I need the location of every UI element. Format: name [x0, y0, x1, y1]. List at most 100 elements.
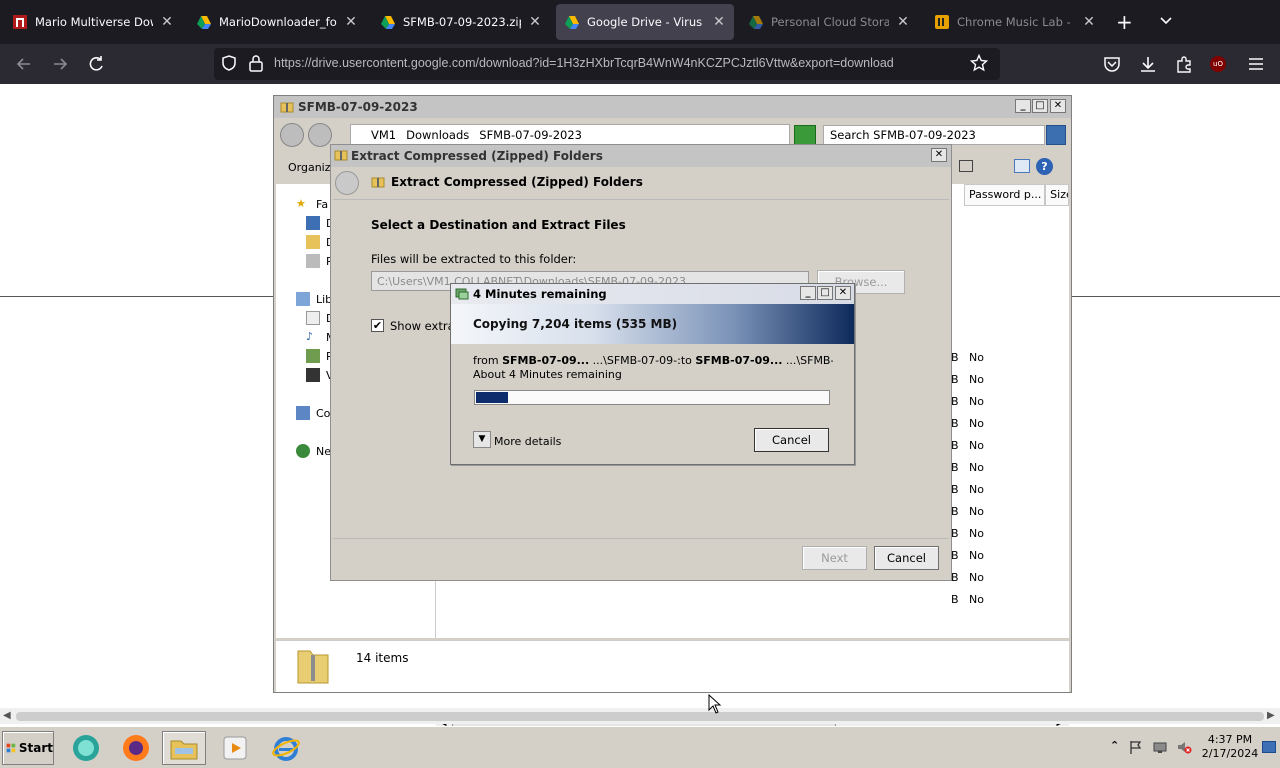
close-button[interactable]: ✕ [931, 148, 947, 162]
downloads-icon[interactable] [1138, 54, 1158, 74]
refresh-icon[interactable] [794, 125, 816, 145]
show-hidden-icons-chevron-icon[interactable]: ⌃ [1110, 739, 1119, 752]
breadcrumb-item[interactable]: Downloads [406, 128, 469, 142]
table-row[interactable]: B No [951, 351, 984, 364]
scroll-right-icon[interactable]: ▶ [1267, 710, 1275, 721]
network-tray-icon[interactable] [1152, 739, 1168, 755]
nav-pictures[interactable]: P [306, 349, 333, 363]
google-drive-icon [197, 16, 211, 29]
table-row[interactable]: B No [951, 593, 984, 606]
bookmark-star-icon[interactable] [970, 54, 988, 72]
close-button[interactable]: ✕ [835, 286, 851, 300]
breadcrumb-item[interactable]: SFMB-07-09-2023 [479, 128, 582, 142]
progress-title-bar[interactable]: 4 Minutes remaining _ □ ✕ [451, 284, 854, 304]
table-row[interactable]: B No [951, 505, 984, 518]
table-row[interactable]: B No [951, 571, 984, 584]
page-horizontal-scrollbar[interactable]: ◀ ▶ [0, 708, 1280, 724]
shield-icon[interactable] [220, 54, 238, 72]
tab-mario-downloader[interactable]: MarioDownloader_for_Yo ✕ [188, 4, 366, 40]
close-icon[interactable]: ✕ [160, 14, 174, 30]
folder-zip-icon [280, 102, 294, 113]
volume-muted-icon[interactable] [1176, 739, 1192, 755]
nav-libraries[interactable]: Lib [296, 292, 332, 306]
cancel-button[interactable]: Cancel [874, 546, 939, 570]
next-button[interactable]: Next [802, 546, 867, 570]
tab-title: Personal Cloud Storage & [771, 15, 889, 29]
table-row[interactable]: B No [951, 417, 984, 430]
hamburger-menu-icon[interactable] [1246, 54, 1266, 74]
close-icon[interactable]: ✕ [528, 14, 542, 30]
table-row[interactable]: B No [951, 461, 984, 474]
tab-chrome-music-lab[interactable]: Chrome Music Lab - Song ✕ [926, 4, 1104, 40]
back-arrow-icon[interactable] [335, 171, 359, 195]
show-extracted-checkbox[interactable]: ✔ [371, 319, 384, 332]
preview-pane-icon[interactable] [1014, 159, 1030, 173]
chevron-down-icon[interactable]: ▼ [473, 431, 491, 448]
tab-personal-cloud[interactable]: Personal Cloud Storage & ✕ [740, 4, 918, 40]
column-header-password[interactable]: Password p... [964, 184, 1046, 206]
new-tab-plus-icon[interactable]: + [1116, 12, 1133, 32]
copy-progress-dialog: 4 Minutes remaining _ □ ✕ Copying 7,204 … [450, 283, 855, 465]
close-button[interactable]: ✕ [1050, 99, 1066, 113]
scrollbar-thumb[interactable] [16, 712, 1264, 721]
back-button[interactable] [280, 123, 304, 147]
size-cell: B [951, 373, 959, 386]
taskbar-app-media-player[interactable] [213, 731, 257, 765]
ublock-origin-icon[interactable]: uO [1210, 56, 1226, 72]
cancel-copy-button[interactable]: Cancel [754, 428, 829, 452]
search-icon[interactable] [1046, 125, 1066, 145]
start-button[interactable]: Start [2, 731, 54, 765]
taskbar-app-internet-explorer[interactable] [264, 731, 308, 765]
close-icon[interactable]: ✕ [1082, 14, 1096, 30]
close-icon[interactable]: ✕ [712, 14, 726, 30]
maximize-button[interactable]: □ [1032, 99, 1048, 113]
breadcrumb[interactable]: VM1 Downloads SFMB-07-09-2023 [350, 124, 790, 146]
help-icon[interactable]: ? [1036, 158, 1053, 175]
minimize-button[interactable]: _ [800, 286, 816, 300]
search-input[interactable]: Search SFMB-07-09-2023 [823, 125, 1045, 145]
list-tabs-chevron-icon[interactable] [1158, 12, 1174, 28]
tab-sfmb-zip[interactable]: SFMB-07-09-2023.zip - G ✕ [372, 4, 550, 40]
nav-computer[interactable]: Co [296, 406, 330, 420]
scroll-left-icon[interactable]: ◀ [3, 710, 11, 721]
taskbar-app-explorer[interactable] [162, 731, 206, 765]
system-clock[interactable]: 4:37 PM 2/17/2024 [1200, 733, 1260, 761]
url-text[interactable]: https://drive.usercontent.google.com/dow… [274, 56, 894, 70]
table-row[interactable]: B No [951, 527, 984, 540]
reload-icon[interactable] [86, 54, 106, 74]
explorer-title-bar[interactable]: SFMB-07-09-2023 _ □ ✕ [274, 96, 1071, 118]
view-options-icon[interactable] [959, 160, 973, 172]
details-pane: 14 items [276, 640, 1069, 692]
from-source-link[interactable]: SFMB-07-09... [502, 354, 589, 367]
close-icon[interactable]: ✕ [896, 14, 910, 30]
to-destination-link[interactable]: SFMB-07-09... [695, 354, 782, 367]
wizard-title-bar[interactable]: Extract Compressed (Zipped) Folders ✕ [331, 145, 951, 167]
table-row[interactable]: B No [951, 549, 984, 562]
tab-mario-multiverse[interactable]: Mario Multiverse Download ✕ [4, 4, 182, 40]
pocket-icon[interactable] [1102, 54, 1122, 74]
forward-arrow-icon[interactable] [50, 54, 70, 74]
google-drive-icon [381, 16, 395, 29]
tab-virus-scan[interactable]: Google Drive - Virus scan w ✕ [556, 4, 734, 40]
maximize-button[interactable]: □ [817, 286, 833, 300]
action-center-flag-icon[interactable] [1128, 739, 1144, 755]
taskbar-app-browser-globe[interactable] [64, 731, 108, 765]
minimize-button[interactable]: _ [1015, 99, 1031, 113]
table-row[interactable]: B No [951, 373, 984, 386]
breadcrumb-item[interactable]: VM1 [371, 128, 396, 142]
more-details-label[interactable]: More details [494, 435, 561, 448]
back-arrow-icon[interactable] [14, 54, 34, 74]
column-header-size[interactable]: Size [1045, 184, 1069, 206]
close-icon[interactable]: ✕ [344, 14, 358, 30]
url-bar[interactable]: https://drive.usercontent.google.com/dow… [214, 48, 1000, 80]
taskbar-app-firefox[interactable] [114, 731, 158, 765]
extensions-puzzle-icon[interactable] [1174, 54, 1194, 74]
show-desktop-icon[interactable] [1262, 741, 1276, 753]
forward-button[interactable] [308, 123, 332, 147]
nav-network[interactable]: Ne [296, 444, 331, 458]
table-row[interactable]: B No [951, 483, 984, 496]
table-row[interactable]: B No [951, 395, 984, 408]
table-row[interactable]: B No [951, 439, 984, 452]
lock-icon[interactable] [248, 54, 264, 72]
nav-favorites[interactable]: ★ Fa [296, 197, 328, 211]
